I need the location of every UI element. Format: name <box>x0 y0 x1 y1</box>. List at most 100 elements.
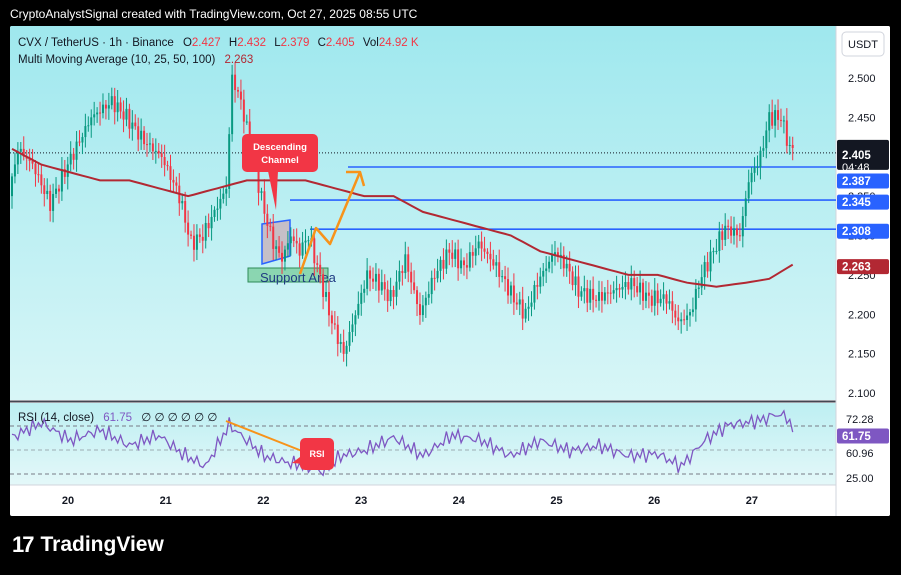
candle-body[interactable] <box>589 288 592 303</box>
candle-body[interactable] <box>771 112 774 126</box>
candle-body[interactable] <box>413 282 416 291</box>
candle-body[interactable] <box>151 143 154 152</box>
candle-body[interactable] <box>600 291 603 301</box>
candle-body[interactable] <box>683 319 686 321</box>
candle-body[interactable] <box>383 282 386 290</box>
candle-body[interactable] <box>389 290 392 302</box>
candle-body[interactable] <box>703 262 706 278</box>
candle-body[interactable] <box>744 198 747 217</box>
candle-body[interactable] <box>78 141 81 143</box>
candle-body[interactable] <box>122 111 125 120</box>
candle-body[interactable] <box>548 261 551 269</box>
candle-body[interactable] <box>137 126 140 140</box>
candle-body[interactable] <box>630 278 633 290</box>
candle-body[interactable] <box>539 276 542 287</box>
candle-body[interactable] <box>574 276 577 286</box>
candle-body[interactable] <box>498 262 501 277</box>
candle-body[interactable] <box>99 112 102 114</box>
candle-body[interactable] <box>354 315 357 325</box>
candle-body[interactable] <box>401 271 404 274</box>
candle-body[interactable] <box>57 188 60 192</box>
candle-body[interactable] <box>542 270 545 277</box>
candle-body[interactable] <box>627 282 630 290</box>
candle-body[interactable] <box>216 208 219 210</box>
candle-body[interactable] <box>363 288 366 293</box>
candle-body[interactable] <box>157 150 160 154</box>
candle-body[interactable] <box>504 276 507 280</box>
candle-body[interactable] <box>275 246 278 249</box>
candle-body[interactable] <box>721 231 724 240</box>
candle-body[interactable] <box>430 277 433 295</box>
candle-body[interactable] <box>533 285 536 303</box>
candle-body[interactable] <box>263 191 266 214</box>
candle-body[interactable] <box>292 236 295 241</box>
candle-body[interactable] <box>686 315 689 321</box>
candle-body[interactable] <box>87 125 90 127</box>
candle-body[interactable] <box>84 126 87 138</box>
candle-body[interactable] <box>753 167 756 173</box>
candle-body[interactable] <box>642 282 645 301</box>
candle-body[interactable] <box>49 190 52 211</box>
candle-body[interactable] <box>125 108 128 120</box>
candle-body[interactable] <box>595 299 598 301</box>
candle-body[interactable] <box>228 134 231 189</box>
candle-body[interactable] <box>319 264 322 275</box>
candle-body[interactable] <box>213 209 216 217</box>
candle-body[interactable] <box>60 169 63 192</box>
candle-body[interactable] <box>568 263 571 272</box>
candle-body[interactable] <box>615 288 618 291</box>
candle-body[interactable] <box>184 201 187 223</box>
candle-body[interactable] <box>777 110 780 120</box>
candle-body[interactable] <box>530 302 533 307</box>
candle-body[interactable] <box>225 188 228 194</box>
candle-body[interactable] <box>96 112 99 115</box>
candle-body[interactable] <box>691 309 694 313</box>
candle-body[interactable] <box>756 166 759 168</box>
candle-body[interactable] <box>330 315 333 324</box>
candle-body[interactable] <box>718 231 721 251</box>
candle-body[interactable] <box>712 251 715 253</box>
candle-body[interactable] <box>410 271 413 283</box>
candle-body[interactable] <box>195 234 198 250</box>
candle-body[interactable] <box>160 153 163 158</box>
candle-body[interactable] <box>644 292 647 301</box>
candle-body[interactable] <box>618 288 621 290</box>
candle-body[interactable] <box>694 288 697 310</box>
candle-body[interactable] <box>181 201 184 204</box>
candle-body[interactable] <box>524 308 527 319</box>
candle-body[interactable] <box>407 254 410 272</box>
candle-body[interactable] <box>424 297 427 306</box>
candle-body[interactable] <box>236 90 239 92</box>
candle-body[interactable] <box>598 291 600 301</box>
candle-body[interactable] <box>231 74 234 135</box>
candle-body[interactable] <box>592 288 595 300</box>
rsi-current-tag[interactable]: 61.75 <box>837 428 889 444</box>
candle-body[interactable] <box>222 193 225 199</box>
candle-body[interactable] <box>245 121 248 123</box>
candle-body[interactable] <box>468 252 471 268</box>
candle-body[interactable] <box>374 273 377 282</box>
candle-body[interactable] <box>366 270 369 289</box>
candle-body[interactable] <box>143 130 146 145</box>
candle-body[interactable] <box>647 292 650 296</box>
candle-body[interactable] <box>495 262 498 266</box>
candle-body[interactable] <box>128 108 131 129</box>
candle-body[interactable] <box>671 301 674 311</box>
candle-body[interactable] <box>93 114 96 118</box>
candle-body[interactable] <box>81 137 84 143</box>
candle-body[interactable] <box>765 130 768 149</box>
candle-body[interactable] <box>13 164 16 177</box>
candle-body[interactable] <box>715 250 718 252</box>
candle-body[interactable] <box>172 179 175 183</box>
candle-body[interactable] <box>163 157 166 166</box>
candle-body[interactable] <box>266 213 269 226</box>
candle-body[interactable] <box>448 249 451 253</box>
candle-body[interactable] <box>636 286 639 293</box>
candle-body[interactable] <box>16 151 19 165</box>
candle-body[interactable] <box>304 240 307 243</box>
candle-body[interactable] <box>289 236 292 244</box>
candle-body[interactable] <box>489 253 492 260</box>
candle-body[interactable] <box>480 241 483 249</box>
candle-body[interactable] <box>662 294 665 299</box>
candle-body[interactable] <box>301 242 304 256</box>
